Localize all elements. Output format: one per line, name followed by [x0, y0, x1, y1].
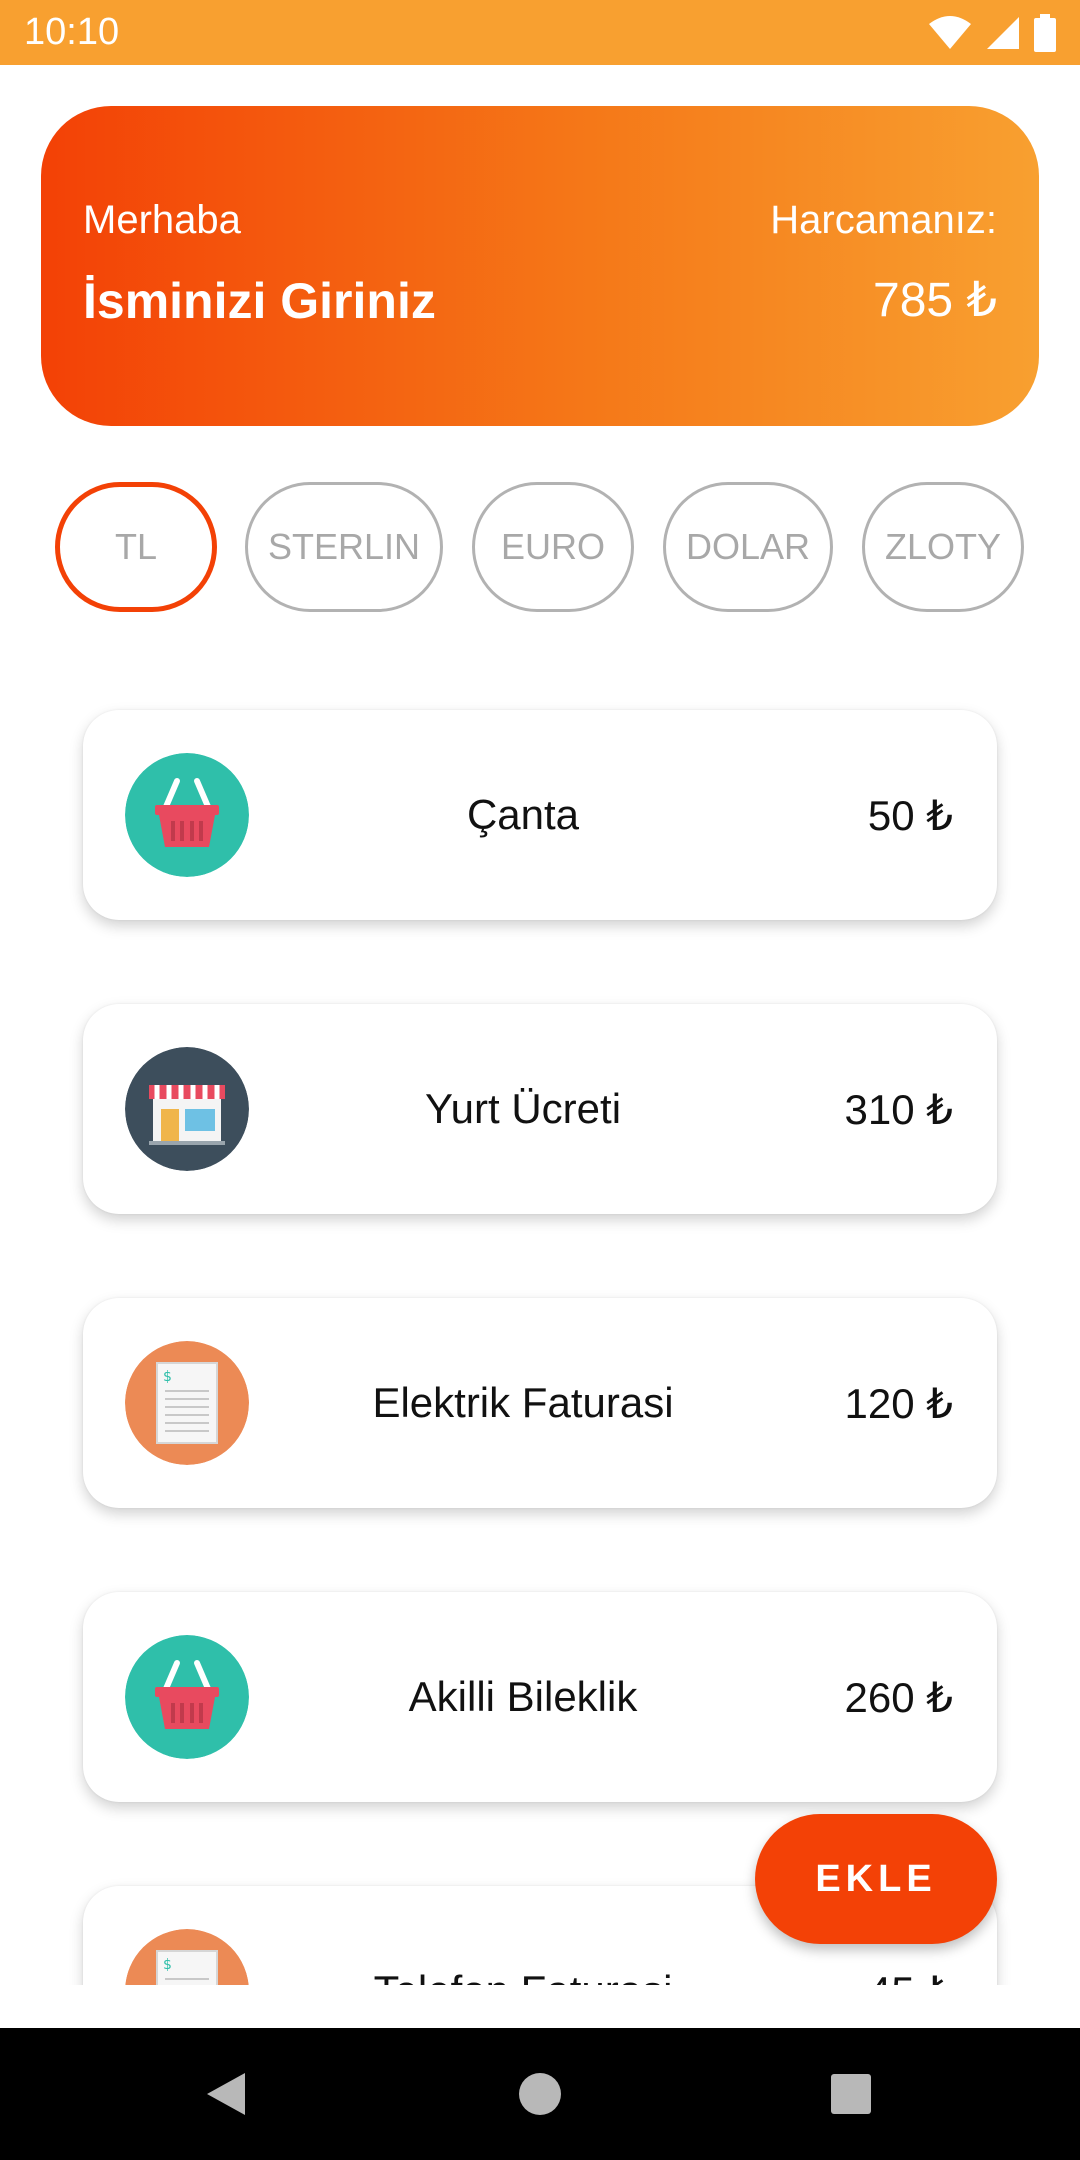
spent-label: Harcamanız:: [770, 198, 997, 242]
expense-amount: 310 ₺: [844, 1085, 953, 1133]
greeting-text: Merhaba: [83, 198, 241, 242]
add-button-label: EKLE: [815, 1857, 937, 1900]
expense-amount: 50 ₺: [867, 791, 953, 839]
shopping-basket-icon: [125, 753, 249, 877]
currency-chip-sterlin[interactable]: STERLIN: [245, 482, 443, 612]
currency-chip-label: DOLAR: [685, 526, 811, 567]
home-icon[interactable]: [504, 2058, 576, 2130]
currency-chip-euro[interactable]: EURO: [472, 482, 634, 612]
expense-item[interactable]: Akilli Bileklik 260 ₺: [83, 1592, 997, 1802]
status-time: 10:10: [24, 11, 120, 53]
currency-chip-label: TL: [114, 526, 157, 567]
expense-item[interactable]: $ Elektrik Faturasi 120 ₺: [83, 1298, 997, 1508]
user-name[interactable]: İsminizi Giriniz: [83, 272, 436, 330]
expense-amount: 120 ₺: [844, 1379, 953, 1427]
navigation-bar: [0, 2028, 1080, 2160]
currency-chip-dolar[interactable]: DOLAR: [663, 482, 833, 612]
shopping-basket-icon: [125, 1635, 249, 1759]
svg-text:$: $: [163, 1957, 172, 1973]
expense-item[interactable]: Çanta 50 ₺: [83, 710, 997, 920]
expense-title: Çanta: [466, 791, 580, 838]
spent-total: 785 ₺: [873, 274, 997, 327]
svg-text:$: $: [163, 1369, 172, 1385]
cell-signal-icon: [987, 16, 1019, 49]
summary-card: Merhaba İsminizi Giriniz Harcamanız: 785…: [41, 106, 1039, 426]
currency-chip-zloty[interactable]: ZLOTY: [862, 482, 1024, 612]
bill-icon: $: [125, 1341, 249, 1465]
currency-selector: TL STERLIN EURO DOLAR ZLOTY: [0, 482, 1080, 612]
currency-chip-label: EURO: [500, 526, 605, 567]
add-expense-button[interactable]: EKLE: [755, 1814, 997, 1944]
status-bar: 10:10: [0, 0, 1080, 65]
shop-icon: [125, 1047, 249, 1171]
wifi-icon: [929, 15, 971, 49]
currency-chip-label: ZLOTY: [884, 526, 1001, 567]
expense-title: Yurt Ücreti: [424, 1085, 622, 1132]
currency-chip-tl[interactable]: TL: [55, 482, 217, 612]
expense-title: Telefon Faturasi: [283, 1886, 763, 1985]
expense-title: Akilli Bileklik: [408, 1673, 638, 1720]
status-icons: [928, 13, 1056, 52]
expense-title: Elektrik Faturasi: [372, 1379, 674, 1426]
expense-amount: 260 ₺: [844, 1673, 953, 1721]
expense-list[interactable]: Çanta 50 ₺ Yurt Ücreti 310 ₺ $ Elektrik …: [0, 640, 1080, 1985]
recents-icon[interactable]: [815, 2058, 887, 2130]
bill-icon: $: [125, 1929, 249, 1985]
back-icon[interactable]: [190, 2058, 262, 2130]
expense-item[interactable]: Yurt Ücreti 310 ₺: [83, 1004, 997, 1214]
battery-icon: [1034, 13, 1056, 52]
currency-chip-label: STERLIN: [267, 526, 421, 567]
